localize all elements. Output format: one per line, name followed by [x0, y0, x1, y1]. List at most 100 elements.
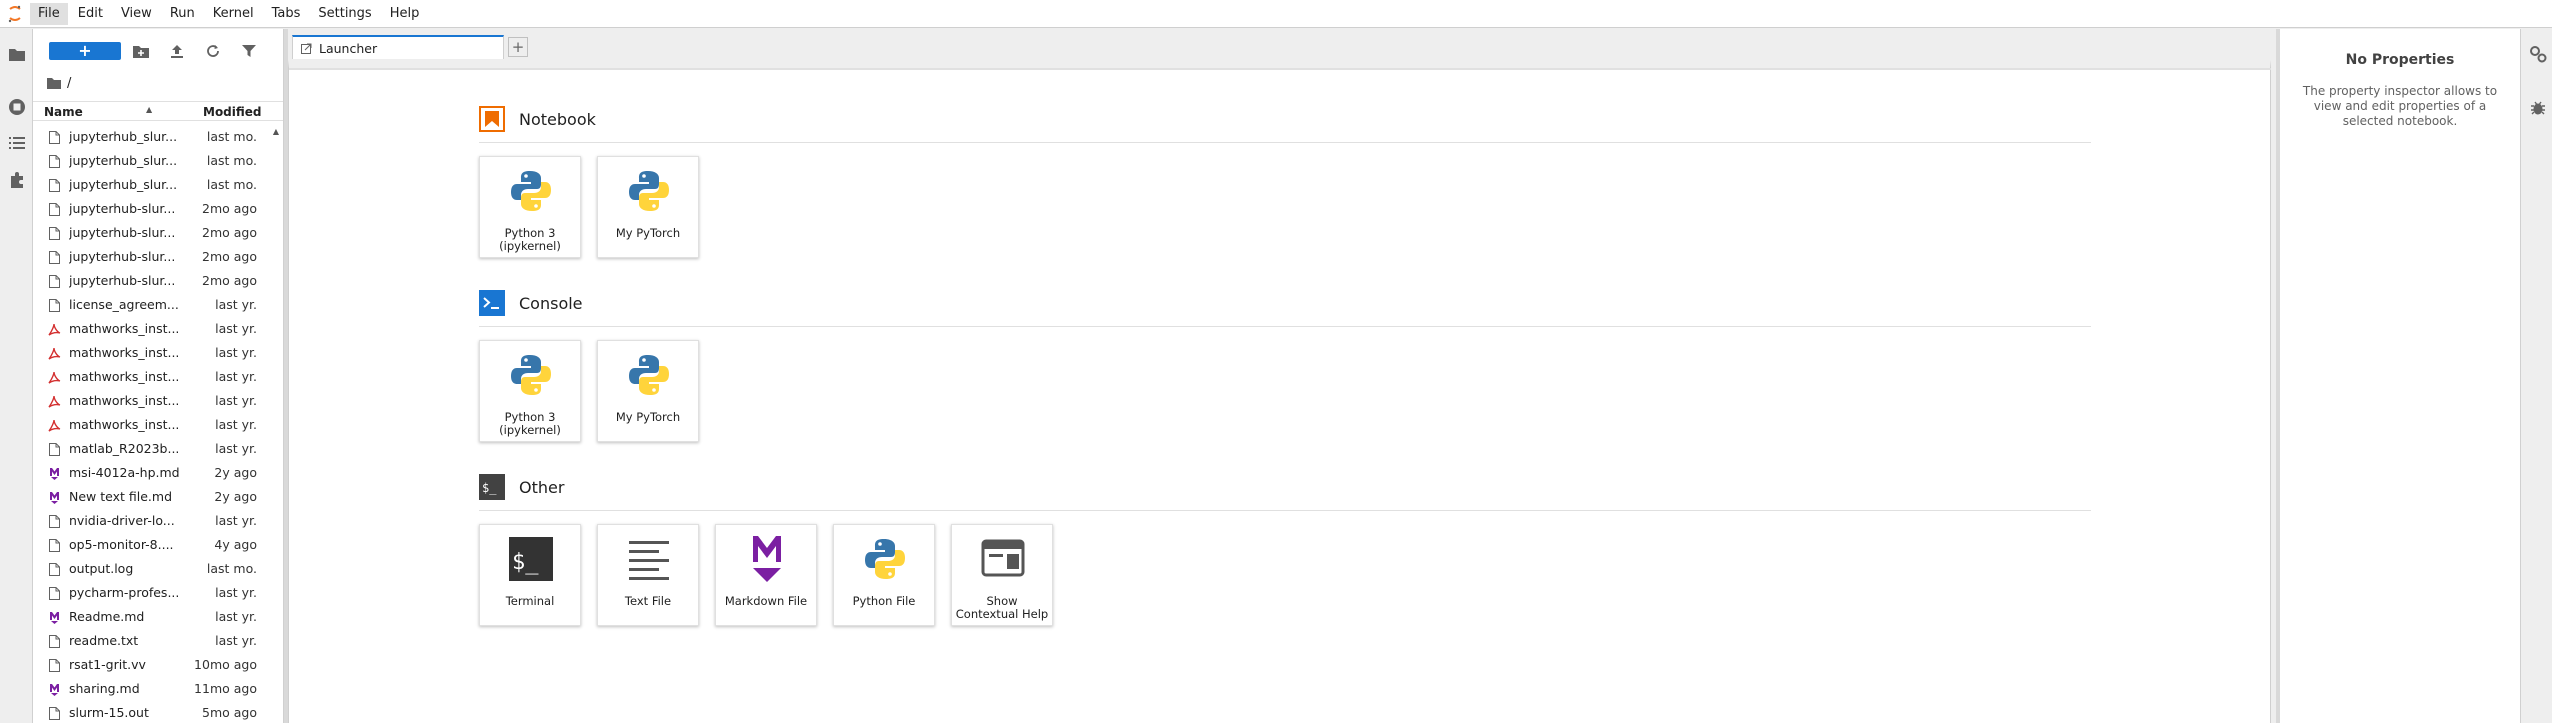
home-folder-icon[interactable]: [47, 77, 61, 89]
file-row[interactable]: rsat1-grit.vv 10mo ago: [33, 653, 283, 677]
svg-text:$_: $_: [482, 481, 497, 495]
file-row[interactable]: nvidia-driver-lo... last yr.: [33, 509, 283, 533]
main-dock-area: Launcher + Notebook Python 3 (ipykernel): [288, 29, 2276, 723]
file-name: nvidia-driver-lo...: [69, 513, 175, 528]
file-row[interactable]: matlab_R2023b... last yr.: [33, 437, 283, 461]
file-name: sharing.md: [69, 681, 140, 696]
upload-icon[interactable]: [167, 41, 187, 61]
extensions-puzzle-icon[interactable]: [6, 169, 28, 191]
pdf-icon: [47, 346, 61, 360]
card-label: Show Contextual Help: [955, 594, 1049, 621]
column-modified-header[interactable]: Modified: [203, 105, 262, 119]
file-modified: 11mo ago: [194, 681, 257, 696]
file-name: jupyterhub-slur...: [69, 249, 176, 264]
file-row[interactable]: readme.txt last yr.: [33, 629, 283, 653]
file-row[interactable]: Readme.md last yr.: [33, 605, 283, 629]
python-icon: [859, 533, 911, 585]
section-title-notebook: Notebook: [519, 110, 596, 129]
debugger-bug-icon[interactable]: [2527, 97, 2549, 119]
file-row[interactable]: jupyterhub_slur... last mo.: [33, 149, 283, 173]
section-console: Console Python 3 (ipykernel) My PyTorch: [479, 290, 2091, 442]
menu-help[interactable]: Help: [382, 3, 428, 25]
file-row[interactable]: output.log last mo.: [33, 557, 283, 581]
file-row[interactable]: msi-4012a-hp.md 2y ago: [33, 461, 283, 485]
file-row[interactable]: op5-monitor-8.... 4y ago: [33, 533, 283, 557]
file-browser-toolbar: +: [33, 29, 283, 76]
folder-icon[interactable]: [6, 43, 28, 65]
jupyter-logo-icon: [0, 0, 30, 28]
markdown-icon: [741, 533, 793, 585]
menu-tabs[interactable]: Tabs: [264, 3, 309, 25]
file-modified: 2y ago: [214, 465, 257, 480]
new-folder-icon[interactable]: [131, 41, 151, 61]
refresh-icon[interactable]: [203, 41, 223, 61]
svg-text:$_: $_: [512, 550, 539, 575]
card-markdown-file[interactable]: Markdown File: [715, 524, 817, 626]
file-name: jupyterhub-slur...: [69, 201, 176, 216]
breadcrumb: /: [47, 74, 71, 92]
menu-view[interactable]: View: [113, 3, 160, 25]
card-notebook-my-pytorch[interactable]: My PyTorch: [597, 156, 699, 258]
card-label: Python 3 (ipykernel): [499, 226, 561, 253]
file-row[interactable]: mathworks_inst... last yr.: [33, 413, 283, 437]
file-modified: last yr.: [215, 441, 257, 456]
card-console-python3[interactable]: Python 3 (ipykernel): [479, 340, 581, 442]
new-launcher-button[interactable]: +: [49, 42, 121, 60]
table-of-contents-icon[interactable]: [6, 132, 28, 154]
file-row[interactable]: sharing.md 11mo ago: [33, 677, 283, 701]
python-icon: [623, 349, 675, 401]
file-row[interactable]: license_agreem... last yr.: [33, 293, 283, 317]
section-title-other: Other: [519, 478, 565, 497]
file-name: Readme.md: [69, 609, 145, 624]
file-name: mathworks_inst...: [69, 417, 179, 432]
file-row[interactable]: jupyterhub-slur... 2mo ago: [33, 269, 283, 293]
menu-file[interactable]: File: [30, 2, 68, 25]
file-row[interactable]: jupyterhub_slur... last mo.: [33, 125, 283, 149]
file-row[interactable]: jupyterhub-slur... 2mo ago: [33, 197, 283, 221]
add-tab-button[interactable]: +: [508, 37, 528, 57]
menu-edit[interactable]: Edit: [70, 3, 111, 25]
launcher-top-border: [289, 68, 2271, 72]
file-icon: [47, 514, 61, 528]
card-terminal[interactable]: $_ Terminal: [479, 524, 581, 626]
file-row[interactable]: mathworks_inst... last yr.: [33, 365, 283, 389]
tab-launcher[interactable]: Launcher: [292, 35, 504, 59]
card-text-file[interactable]: Text File: [597, 524, 699, 626]
card-label: Text File: [624, 594, 672, 608]
console-icon: [479, 290, 505, 316]
sort-ascending-icon: ▲: [146, 105, 153, 114]
running-icon[interactable]: [6, 96, 28, 118]
file-row[interactable]: jupyterhub-slur... 2mo ago: [33, 221, 283, 245]
menu-settings[interactable]: Settings: [310, 3, 379, 25]
file-modified: last yr.: [215, 345, 257, 360]
card-show-contextual-help[interactable]: Show Contextual Help: [951, 524, 1053, 626]
breadcrumb-path[interactable]: /: [67, 76, 71, 91]
menu-kernel[interactable]: Kernel: [205, 3, 262, 25]
file-row[interactable]: mathworks_inst... last yr.: [33, 317, 283, 341]
file-row[interactable]: New text file.md 2y ago: [33, 485, 283, 509]
file-row[interactable]: mathworks_inst... last yr.: [33, 389, 283, 413]
file-name: mathworks_inst...: [69, 345, 179, 360]
markdown-icon: [47, 610, 61, 624]
property-inspector-gears-icon[interactable]: [2527, 43, 2549, 65]
file-name: jupyterhub_slur...: [69, 129, 178, 144]
file-modified: 2mo ago: [202, 273, 257, 288]
pdf-icon: [47, 370, 61, 384]
column-name-header[interactable]: Name: [44, 105, 83, 119]
file-row[interactable]: jupyterhub-slur... 2mo ago: [33, 245, 283, 269]
card-console-my-pytorch[interactable]: My PyTorch: [597, 340, 699, 442]
file-name: jupyterhub_slur...: [69, 153, 178, 168]
file-icon: [47, 298, 61, 312]
file-name: mathworks_inst...: [69, 369, 179, 384]
file-row[interactable]: mathworks_inst... last yr.: [33, 341, 283, 365]
file-row[interactable]: slurm-15.out 5mo ago: [33, 701, 283, 723]
file-row[interactable]: jupyterhub_slur... last mo.: [33, 173, 283, 197]
menu-run[interactable]: Run: [162, 3, 203, 25]
card-python-file[interactable]: Python File: [833, 524, 935, 626]
section-title-console: Console: [519, 294, 583, 313]
card-notebook-python3[interactable]: Python 3 (ipykernel): [479, 156, 581, 258]
filter-icon[interactable]: [239, 41, 259, 61]
file-icon: [47, 130, 61, 144]
python-icon: [505, 349, 557, 401]
file-row[interactable]: pycharm-profes... last yr.: [33, 581, 283, 605]
